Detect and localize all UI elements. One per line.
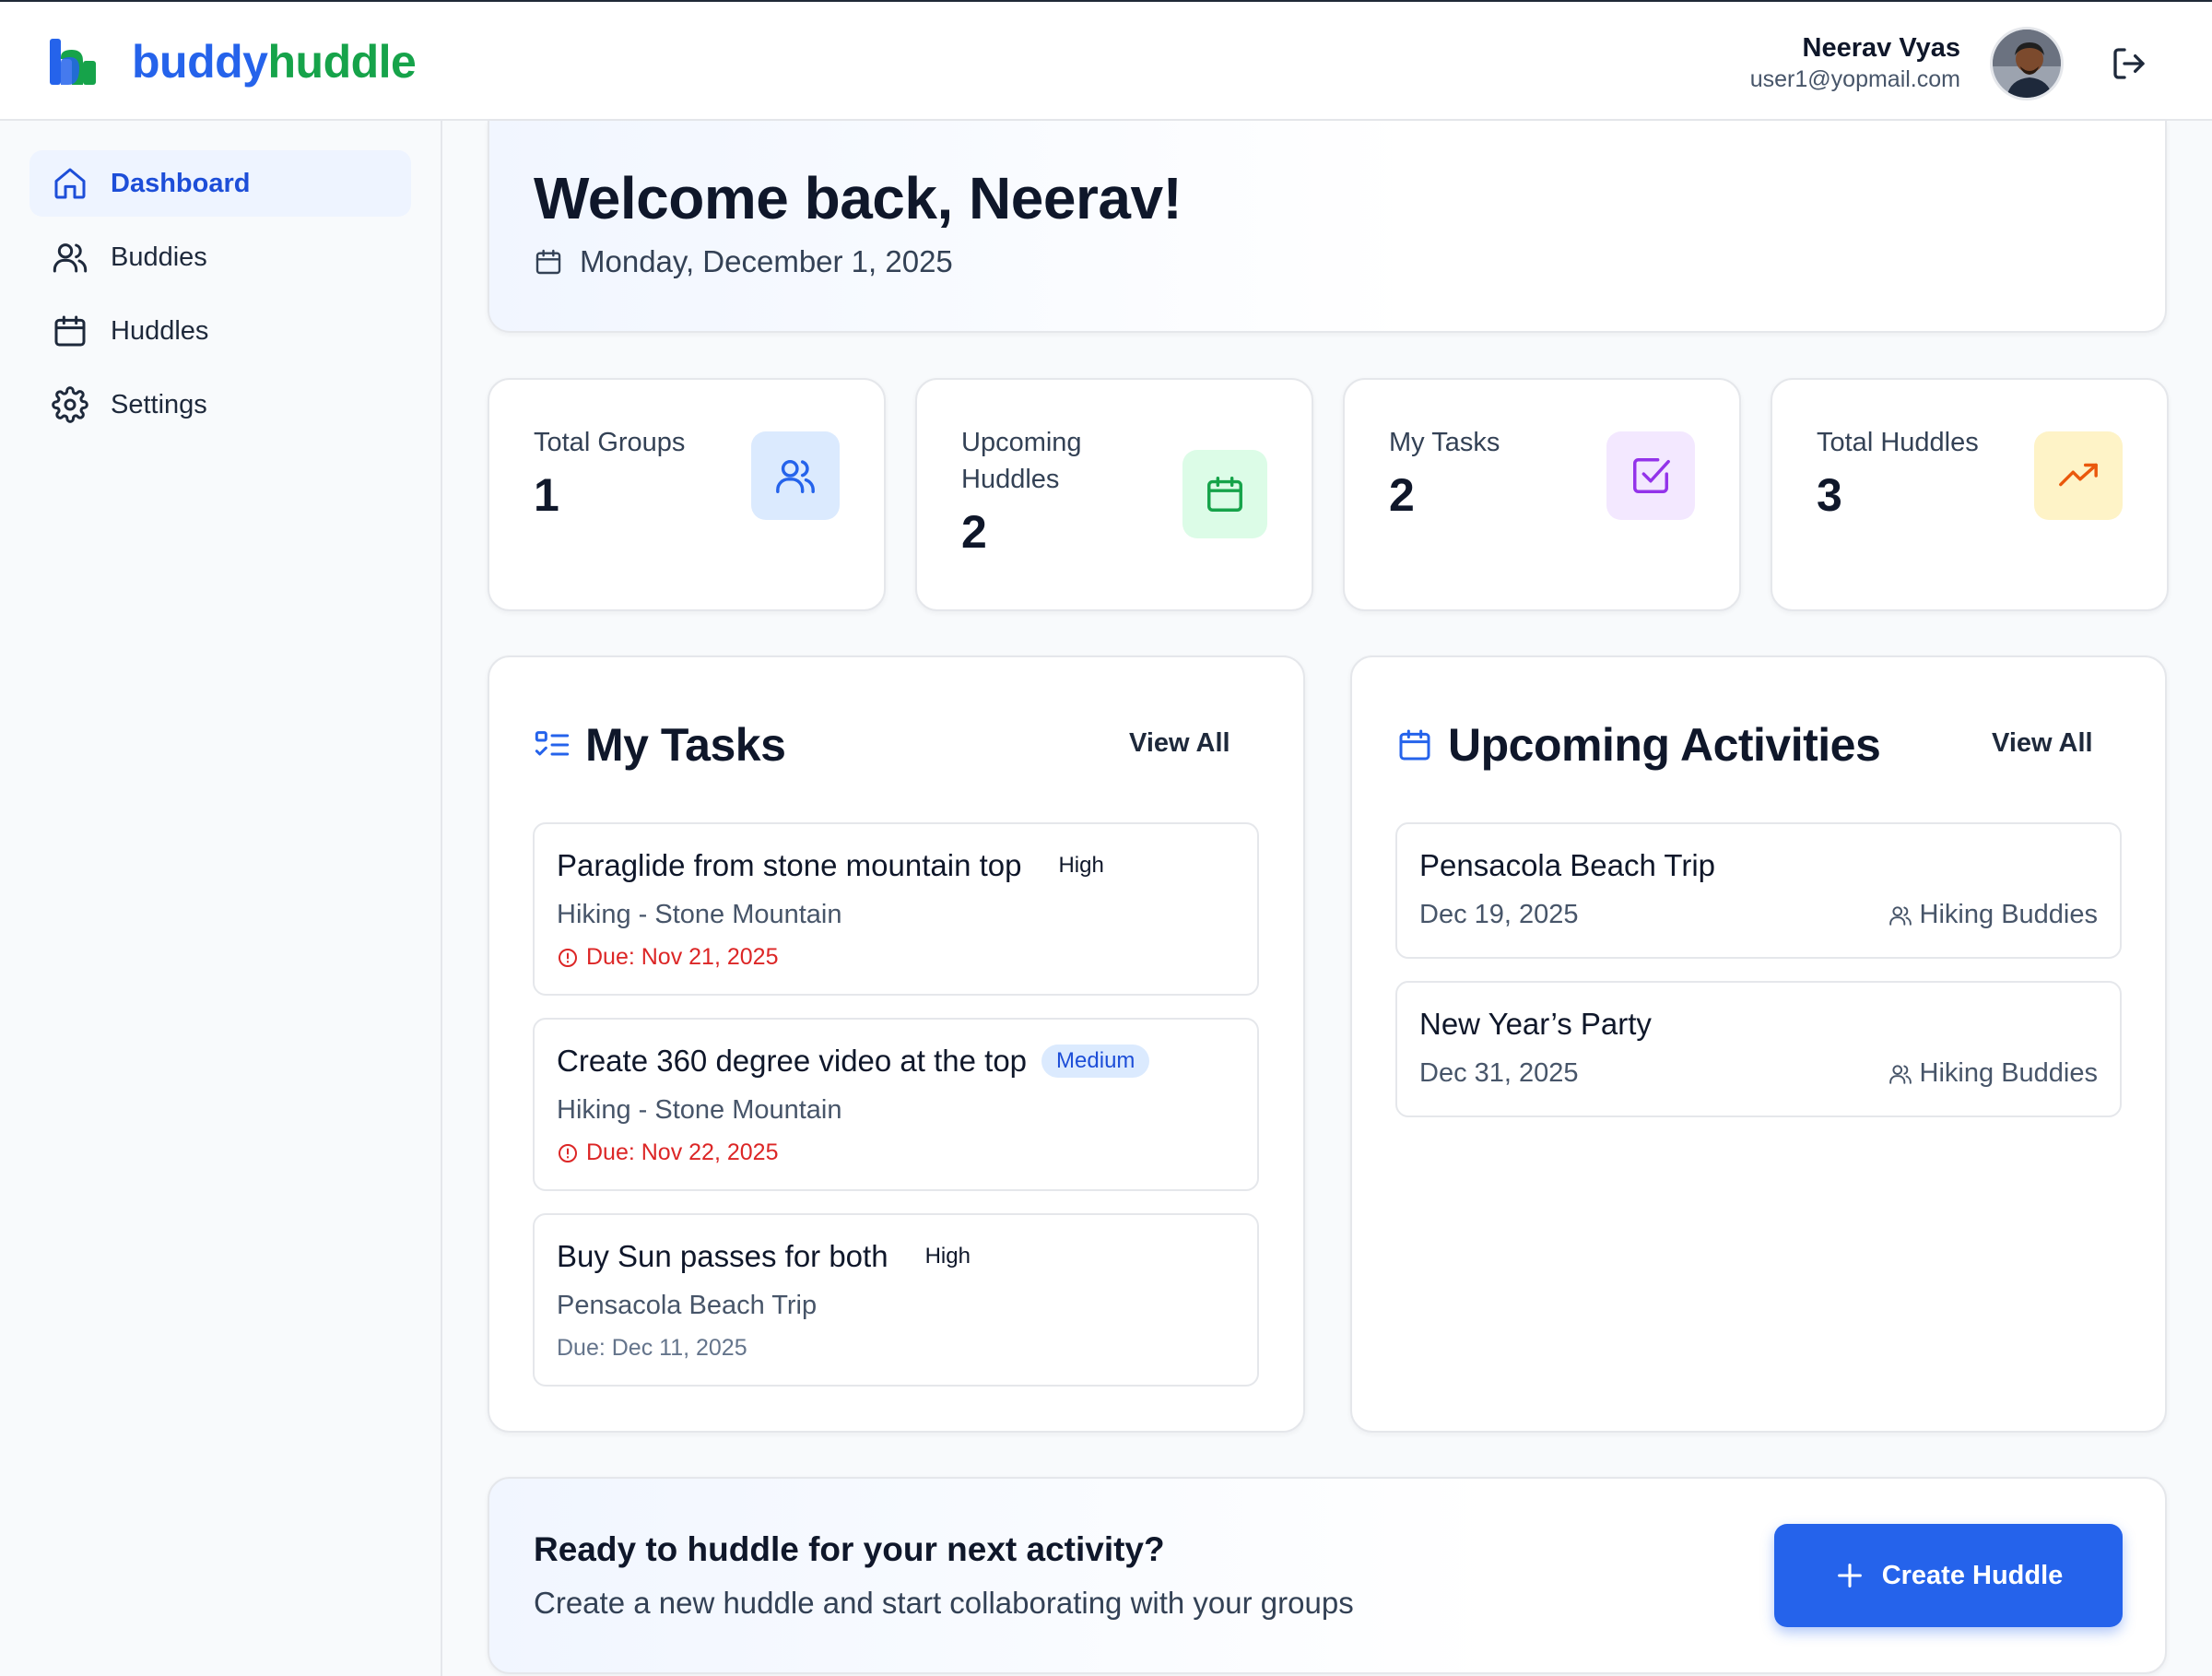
task-group: Hiking - Stone Mountain: [557, 1095, 842, 1125]
task-due-text: Due: Dec 11, 2025: [557, 1335, 747, 1361]
stat-card-total-groups[interactable]: Total Groups 1: [488, 378, 886, 611]
welcome-card: Welcome back, Neerav! Monday, December 1…: [488, 121, 2167, 333]
users-icon: [1888, 905, 1912, 926]
current-date: Monday, December 1, 2025: [580, 244, 953, 278]
app-root: buddyhuddle Neerav Vyas user1@yopmail.co…: [0, 0, 2212, 1676]
activity-group: Hiking Buddies: [1888, 1058, 2098, 1089]
stat-card-my-tasks[interactable]: My Tasks 2: [1343, 378, 1741, 611]
page-title: Welcome back, Neerav!: [534, 165, 1182, 231]
upcoming-activities-title: Upcoming Activities: [1448, 719, 1881, 771]
activity-item[interactable]: New Year’s Party Dec 31, 2025 Hiking Bud…: [1395, 981, 2122, 1117]
sidebar-item-label: Buddies: [111, 242, 207, 272]
gear-icon: [52, 386, 88, 423]
logo-icon[interactable]: [48, 37, 100, 87]
avatar[interactable]: [1990, 27, 2064, 100]
user-email: user1@yopmail.com: [1749, 66, 1960, 92]
activity-group-name: Hiking Buddies: [1919, 900, 2098, 929]
stat-value: 3: [1817, 469, 1842, 521]
tasks-view-all-link[interactable]: View All: [1129, 728, 1230, 759]
task-title-row: Create 360 degree video at the top Mediu…: [557, 1044, 1150, 1079]
priority-badge: Medium: [1041, 1045, 1150, 1078]
brand-name[interactable]: buddyhuddle: [132, 35, 417, 89]
welcome-date: Monday, December 1, 2025: [534, 244, 953, 279]
sidebar-item-buddies[interactable]: Buddies: [29, 224, 411, 290]
task-title-row: Paraglide from stone mountain top High: [557, 848, 1119, 883]
logout-icon[interactable]: [2111, 45, 2147, 82]
task-title: Paraglide from stone mountain top: [557, 848, 1022, 882]
stat-card-total-huddles[interactable]: Total Huddles 3: [1771, 378, 2169, 611]
task-due: Due: Nov 22, 2025: [557, 1139, 778, 1166]
task-item[interactable]: Paraglide from stone mountain top High H…: [533, 822, 1259, 996]
check-square-icon: [1606, 431, 1695, 520]
activities-view-all-link[interactable]: View All: [1992, 728, 2093, 759]
my-tasks-header: My Tasks: [534, 718, 786, 772]
task-due-text: Due: Nov 22, 2025: [586, 1139, 779, 1165]
upcoming-activities-header: Upcoming Activities: [1396, 718, 1881, 772]
task-due-text: Due: Nov 21, 2025: [586, 944, 779, 970]
activity-group: Hiking Buddies: [1888, 900, 2098, 930]
users-icon: [751, 431, 840, 520]
calendar-icon: [1399, 729, 1430, 761]
sidebar-item-dashboard[interactable]: Dashboard: [29, 150, 411, 217]
stat-label: Upcoming Huddles: [961, 428, 1082, 494]
activity-date: Dec 31, 2025: [1419, 1058, 1579, 1088]
stat-card-upcoming-huddles[interactable]: Upcoming Huddles 2: [915, 378, 1313, 611]
cta-title: Ready to huddle for your next activity?: [534, 1530, 1165, 1568]
activity-date: Dec 19, 2025: [1419, 900, 1579, 929]
calendar-icon: [52, 313, 88, 349]
task-due: Due: Dec 11, 2025: [557, 1335, 747, 1362]
users-icon: [1888, 1064, 1912, 1084]
task-item[interactable]: Create 360 degree video at the top Mediu…: [533, 1018, 1259, 1191]
calendar-icon: [535, 249, 561, 275]
task-title: Create 360 degree video at the top: [557, 1044, 1028, 1078]
sidebar-item-label: Settings: [111, 389, 207, 419]
activity-group-name: Hiking Buddies: [1919, 1058, 2098, 1088]
user-info: Neerav Vyas user1@yopmail.com: [1750, 31, 1960, 94]
user-name: Neerav Vyas: [1802, 33, 1960, 63]
cta-subtitle: Create a new huddle and start collaborat…: [534, 1586, 1354, 1620]
activity-title: Pensacola Beach Trip: [1419, 848, 1716, 882]
stat-value: 1: [534, 469, 559, 521]
top-header: buddyhuddle Neerav Vyas user1@yopmail.co…: [0, 0, 2212, 121]
stat-label: Total Groups: [534, 428, 686, 457]
task-due: Due: Nov 21, 2025: [557, 944, 778, 971]
plus-icon: [1837, 1564, 1862, 1587]
users-icon: [52, 239, 88, 276]
stat-value: 2: [1389, 469, 1415, 521]
priority-badge: High: [1058, 853, 1104, 878]
priority-badge: High: [924, 1244, 971, 1269]
brand-name-part1: buddy: [132, 36, 268, 88]
list-checks-icon: [535, 731, 570, 756]
stat-value: 2: [961, 506, 987, 558]
task-item[interactable]: Buy Sun passes for both High Pensacola B…: [533, 1213, 1259, 1387]
create-huddle-button[interactable]: Create Huddle: [1774, 1524, 2123, 1627]
sidebar-item-settings[interactable]: Settings: [29, 372, 411, 438]
trending-up-icon: [2034, 431, 2123, 520]
calendar-icon: [1182, 450, 1267, 538]
home-icon: [52, 165, 88, 202]
alert-circle-icon: [559, 948, 577, 967]
brand-name-part2: huddle: [267, 36, 417, 88]
create-huddle-banner: Ready to huddle for your next activity? …: [488, 1477, 2167, 1674]
stat-label: My Tasks: [1389, 428, 1500, 457]
task-group: Hiking - Stone Mountain: [557, 900, 842, 929]
sidebar: Dashboard Buddies Huddles Settings: [0, 121, 442, 1676]
alert-circle-icon: [559, 1143, 577, 1163]
sidebar-item-label: Dashboard: [111, 168, 251, 198]
task-title: Buy Sun passes for both: [557, 1239, 888, 1273]
sidebar-item-huddles[interactable]: Huddles: [29, 298, 411, 364]
task-title-row: Buy Sun passes for both High: [557, 1239, 985, 1274]
activity-title: New Year’s Party: [1419, 1007, 1652, 1041]
sidebar-item-label: Huddles: [111, 315, 209, 346]
create-huddle-label: Create Huddle: [1881, 1560, 2064, 1590]
task-group: Pensacola Beach Trip: [557, 1291, 818, 1320]
activity-item[interactable]: Pensacola Beach Trip Dec 19, 2025 Hiking…: [1395, 822, 2122, 959]
stat-label: Total Huddles: [1817, 428, 1979, 457]
my-tasks-title: My Tasks: [585, 719, 786, 771]
